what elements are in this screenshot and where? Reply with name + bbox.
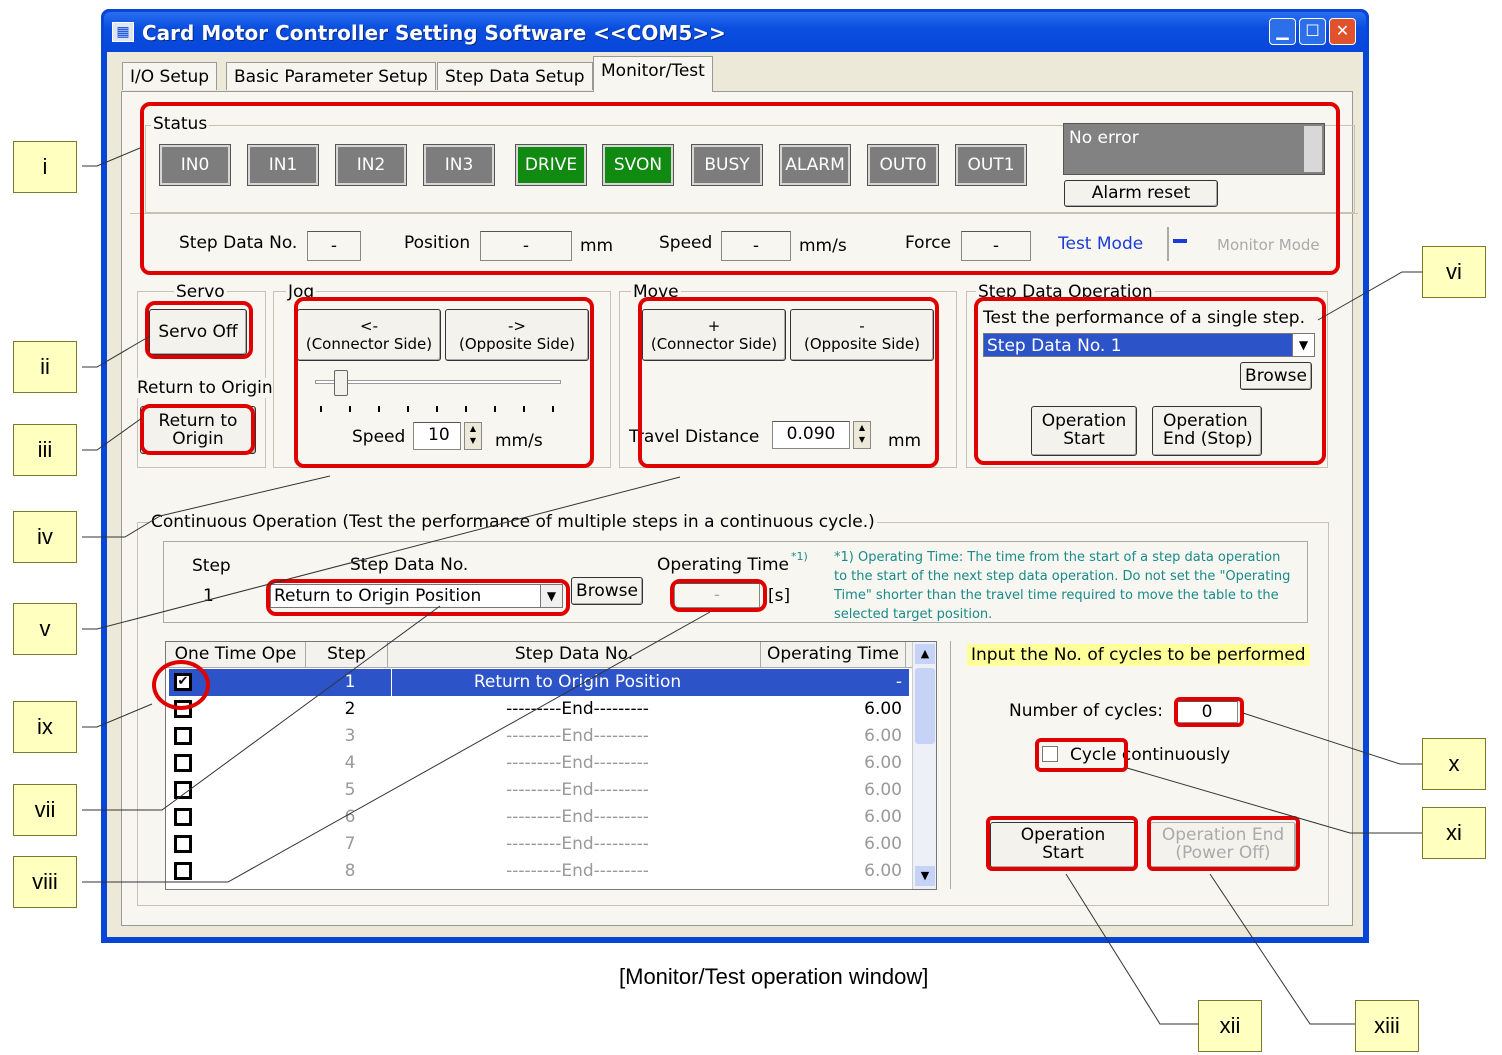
highlight-step-operation — [974, 297, 1326, 465]
cont-step-header: Step — [192, 556, 231, 576]
cont-step-value: 1 — [203, 586, 214, 606]
callout-iv: iv — [13, 511, 77, 563]
highlight-operating-time — [670, 579, 767, 612]
tab-monitor-test[interactable]: Monitor/Test — [593, 56, 713, 92]
callout-xi: xi — [1422, 807, 1486, 859]
scroll-thumb[interactable] — [915, 668, 935, 744]
callout-x: x — [1422, 738, 1486, 790]
table-row[interactable]: 2 ---------End--------- 6.00 — [169, 696, 909, 723]
app-icon: ▦ — [112, 22, 134, 42]
close-button[interactable]: ✕ — [1329, 18, 1356, 45]
title-bar[interactable]: ▦ Card Motor Controller Setting Software… — [104, 12, 1366, 52]
continuous-operation-label: Continuous Operation (Test the performan… — [149, 512, 877, 532]
table-row[interactable]: 4 ---------End--------- 6.00 — [169, 750, 909, 777]
highlight-step-data-select — [266, 579, 570, 616]
table-row[interactable]: 6 ---------End--------- 6.00 — [169, 804, 909, 831]
cycles-label: Number of cycles: — [1009, 701, 1164, 721]
scroll-up-icon[interactable]: ▲ — [915, 644, 935, 664]
figure-caption: [Monitor/Test operation window] — [619, 964, 929, 989]
row-step-data: ---------End--------- — [506, 726, 649, 746]
col-step-data-no[interactable]: Step Data No. — [388, 642, 761, 668]
return-to-origin-label: Return to Origin — [135, 378, 275, 398]
highlight-op-start — [986, 816, 1138, 871]
highlight-op-end — [1147, 816, 1300, 871]
table-row[interactable]: ✔ 1 Return to Origin Position - — [169, 669, 909, 696]
callout-xiii: xiii — [1355, 1000, 1419, 1052]
callout-ii: ii — [13, 341, 77, 393]
row-step-data: ---------End--------- — [506, 807, 649, 827]
tab-io-setup[interactable]: I/O Setup — [122, 62, 218, 90]
highlight-jog — [294, 297, 594, 468]
highlight-cycle-continuously — [1035, 738, 1128, 772]
table-scrollbar[interactable]: ▲ ▼ — [912, 642, 936, 889]
row-operating-time: 6.00 — [864, 780, 902, 800]
cont-step-data-header: Step Data No. — [350, 555, 469, 575]
col-step[interactable]: Step — [306, 642, 388, 668]
operating-time-note: *1) Operating Time: The time from the st… — [834, 550, 1291, 622]
row-step: 7 — [344, 834, 356, 854]
callout-iii: iii — [13, 424, 77, 476]
callout-ix: ix — [13, 701, 77, 753]
minimize-button[interactable]: ▁ — [1269, 18, 1296, 45]
row-operating-time: 6.00 — [864, 699, 902, 719]
one-time-ope-checkbox[interactable] — [174, 835, 192, 853]
row-step-data: ---------End--------- — [506, 699, 649, 719]
window-title: Card Motor Controller Setting Software <… — [142, 21, 726, 45]
row-operating-time: 6.00 — [864, 834, 902, 854]
row-step: 5 — [344, 780, 356, 800]
row-operating-time: 6.00 — [864, 861, 902, 881]
cycles-divider — [950, 641, 951, 889]
row-divider — [391, 669, 392, 696]
callout-viii: viii — [13, 856, 77, 908]
row-step-data: ---------End--------- — [506, 861, 649, 881]
highlight-servo — [145, 301, 253, 359]
operating-time-header: Operating Time — [657, 555, 789, 575]
maximize-button[interactable]: ☐ — [1299, 18, 1326, 45]
cycles-hint: Input the No. of cycles to be performed — [967, 644, 1310, 666]
highlight-cycles — [1174, 697, 1244, 727]
row-step: 8 — [344, 861, 356, 881]
one-time-ope-checkbox[interactable] — [174, 754, 192, 772]
row-operating-time: 6.00 — [864, 726, 902, 746]
row-step-data: ---------End--------- — [506, 780, 649, 800]
cont-browse-button[interactable]: Browse — [571, 577, 643, 605]
row-step: 1 — [344, 672, 356, 692]
callout-vii: vii — [13, 784, 77, 836]
row-operating-time: - — [895, 672, 902, 692]
highlight-return-origin — [140, 404, 255, 455]
row-step-data: ---------End--------- — [506, 753, 649, 773]
one-time-ope-checkbox[interactable] — [174, 808, 192, 826]
tab-basic-parameter[interactable]: Basic Parameter Setup — [226, 62, 436, 90]
highlight-move — [638, 297, 939, 468]
table-row[interactable]: 3 ---------End--------- 6.00 — [169, 723, 909, 750]
tab-step-data[interactable]: Step Data Setup — [437, 62, 593, 90]
highlight-status — [140, 102, 1340, 275]
servo-label: Servo — [174, 282, 227, 302]
table-row[interactable]: 8 ---------End--------- 6.00 — [169, 858, 909, 885]
highlight-checkbox — [152, 660, 210, 710]
callout-i: i — [13, 141, 77, 193]
one-time-ope-checkbox[interactable] — [174, 727, 192, 745]
row-step-data: Return to Origin Position — [473, 672, 682, 692]
one-time-ope-checkbox[interactable] — [174, 781, 192, 799]
row-step: 3 — [344, 726, 356, 746]
col-operating-time[interactable]: Operating Time — [761, 642, 906, 668]
row-step: 4 — [344, 753, 356, 773]
row-step-data: ---------End--------- — [506, 834, 649, 854]
operating-time-footnote-mark: *1) — [791, 550, 808, 563]
one-time-ope-checkbox[interactable] — [174, 862, 192, 880]
row-operating-time: 6.00 — [864, 753, 902, 773]
scroll-down-icon[interactable]: ▼ — [915, 866, 935, 886]
table-row[interactable]: 7 ---------End--------- 6.00 — [169, 831, 909, 858]
row-step: 2 — [344, 699, 356, 719]
operating-time-unit: [s] — [768, 586, 791, 606]
table-row[interactable]: 5 ---------End--------- 6.00 — [169, 777, 909, 804]
table-header-row: One Time Ope Step Step Data No. Operatin… — [166, 642, 916, 668]
callout-xii: xii — [1198, 1000, 1262, 1052]
callout-v: v — [13, 603, 77, 655]
row-step: 6 — [344, 807, 356, 827]
row-operating-time: 6.00 — [864, 807, 902, 827]
callout-vi: vi — [1422, 246, 1486, 298]
